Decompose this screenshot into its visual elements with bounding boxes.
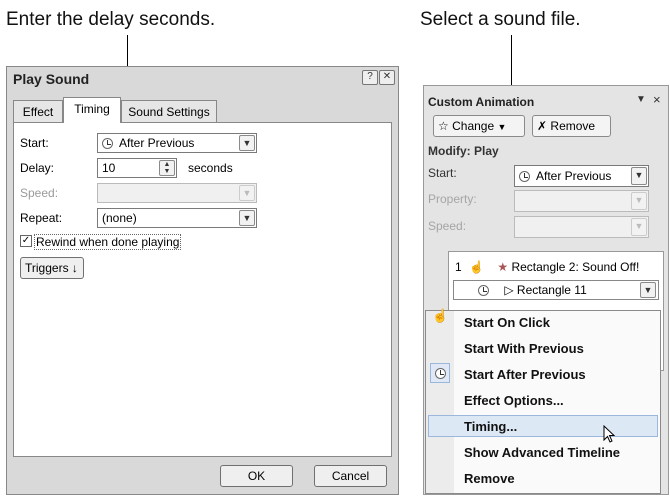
timing-tab-page: Start: After Previous ▼ Delay: 10 ▲ ▼ sec… xyxy=(13,122,392,457)
start-select[interactable]: After Previous ▼ xyxy=(97,133,257,153)
rewind-checkbox[interactable]: ✓ xyxy=(20,235,32,247)
start-label: Start: xyxy=(20,136,49,150)
pane-start-select[interactable]: After Previous ▼ xyxy=(514,165,649,187)
callout-delay: Enter the delay seconds. xyxy=(6,9,216,30)
delay-label: Delay: xyxy=(20,161,55,175)
mouse-cursor-icon xyxy=(603,425,616,443)
item-label: Rectangle 11 xyxy=(516,283,587,297)
chevron-down-icon: ▼ xyxy=(631,218,647,236)
clock-icon xyxy=(102,138,113,149)
close-icon[interactable]: × xyxy=(653,92,661,107)
pane-menu-icon[interactable]: ▼ xyxy=(636,94,646,105)
item-label: Rectangle 2: Sound Off! xyxy=(511,260,640,274)
callout-sound: Select a sound file. xyxy=(420,9,581,30)
remove-icon: ✗ xyxy=(537,119,548,133)
chevron-down-icon: ▼ xyxy=(631,192,647,210)
checked-indicator xyxy=(430,363,450,383)
chevron-down-icon[interactable]: ▼ xyxy=(239,210,255,226)
ok-button[interactable]: OK xyxy=(220,465,293,487)
play-icon: ▷ xyxy=(504,283,514,297)
tab-effect[interactable]: Effect xyxy=(13,100,63,122)
mouse-click-icon: ☝ xyxy=(469,260,484,274)
delay-value: 10 xyxy=(102,161,116,175)
effect-star-icon: ★ xyxy=(497,260,509,274)
menu-gutter xyxy=(426,311,454,493)
star-icon: ☆ xyxy=(438,119,449,133)
double-chevron-down-icon: ↓ xyxy=(71,261,78,275)
menu-item-start-on-click[interactable]: Start On Click xyxy=(464,315,550,330)
menu-hover-highlight xyxy=(428,415,658,437)
rewind-label: Rewind when done playing xyxy=(34,234,182,250)
delay-input[interactable]: 10 ▲ ▼ xyxy=(97,158,177,178)
menu-item-effect-options[interactable]: Effect Options... xyxy=(464,393,564,408)
chevron-down-icon[interactable]: ▼ xyxy=(640,282,656,298)
list-item-selected[interactable]: ▷ Rectangle 11 ▼ xyxy=(453,280,659,300)
play-sound-dialog: Play Sound ? ✕ Effect Timing Sound Setti… xyxy=(6,66,399,495)
menu-item-start-with-previous[interactable]: Start With Previous xyxy=(464,341,584,356)
repeat-select[interactable]: (none) ▼ xyxy=(97,208,257,228)
change-label: Change xyxy=(452,119,495,133)
start-select-value: After Previous xyxy=(119,136,195,150)
triggers-button[interactable]: Triggers ↓ xyxy=(20,257,84,279)
clock-icon xyxy=(478,285,489,296)
property-label: Property: xyxy=(428,192,477,206)
item-index: 1 xyxy=(455,260,462,274)
speed-select: ▼ xyxy=(97,183,257,203)
tab-sound-settings[interactable]: Sound Settings xyxy=(121,100,217,122)
tab-timing[interactable]: Timing xyxy=(63,97,121,123)
property-select: ▼ xyxy=(514,190,649,212)
repeat-value: (none) xyxy=(102,211,137,225)
close-icon[interactable]: ✕ xyxy=(379,70,395,85)
pane-speed-select: ▼ xyxy=(514,216,649,238)
speed-label: Speed: xyxy=(20,186,59,200)
menu-item-show-advanced-timeline[interactable]: Show Advanced Timeline xyxy=(464,445,620,460)
menu-item-remove[interactable]: Remove xyxy=(464,471,515,486)
menu-item-timing[interactable]: Timing... xyxy=(464,419,517,434)
help-icon[interactable]: ? xyxy=(362,70,378,85)
modify-label: Modify: Play xyxy=(428,144,499,158)
pane-start-value: After Previous xyxy=(536,169,612,183)
chevron-down-icon: ▼ xyxy=(239,185,255,201)
chevron-down-icon[interactable]: ▼ xyxy=(239,135,255,151)
clock-icon xyxy=(519,171,530,182)
menu-item-start-after-previous[interactable]: Start After Previous xyxy=(464,367,586,382)
remove-label: Remove xyxy=(550,119,596,133)
list-item[interactable]: 1 ☝ ★ Rectangle 2: Sound Off! xyxy=(455,260,639,274)
chevron-down-icon: ▼ xyxy=(497,122,507,132)
spinner-icon[interactable]: ▲ ▼ xyxy=(159,160,175,176)
context-menu: ☝ Start On Click Start With Previous Sta… xyxy=(425,308,661,494)
dialog-title: Play Sound xyxy=(13,71,90,87)
delay-unit: seconds xyxy=(188,161,233,175)
remove-button[interactable]: ✗ Remove xyxy=(532,115,611,137)
triggers-label: Triggers xyxy=(25,261,69,275)
repeat-label: Repeat: xyxy=(20,211,63,225)
mouse-click-icon: ☝ xyxy=(432,308,449,323)
pane-speed-label: Speed: xyxy=(428,219,467,233)
pane-start-label: Start: xyxy=(428,166,457,180)
change-button[interactable]: ☆ Change ▼ xyxy=(433,115,525,137)
pane-title: Custom Animation xyxy=(428,95,535,109)
cancel-button[interactable]: Cancel xyxy=(314,465,387,487)
clock-icon xyxy=(435,368,446,379)
chevron-down-icon[interactable]: ▼ xyxy=(631,167,647,185)
